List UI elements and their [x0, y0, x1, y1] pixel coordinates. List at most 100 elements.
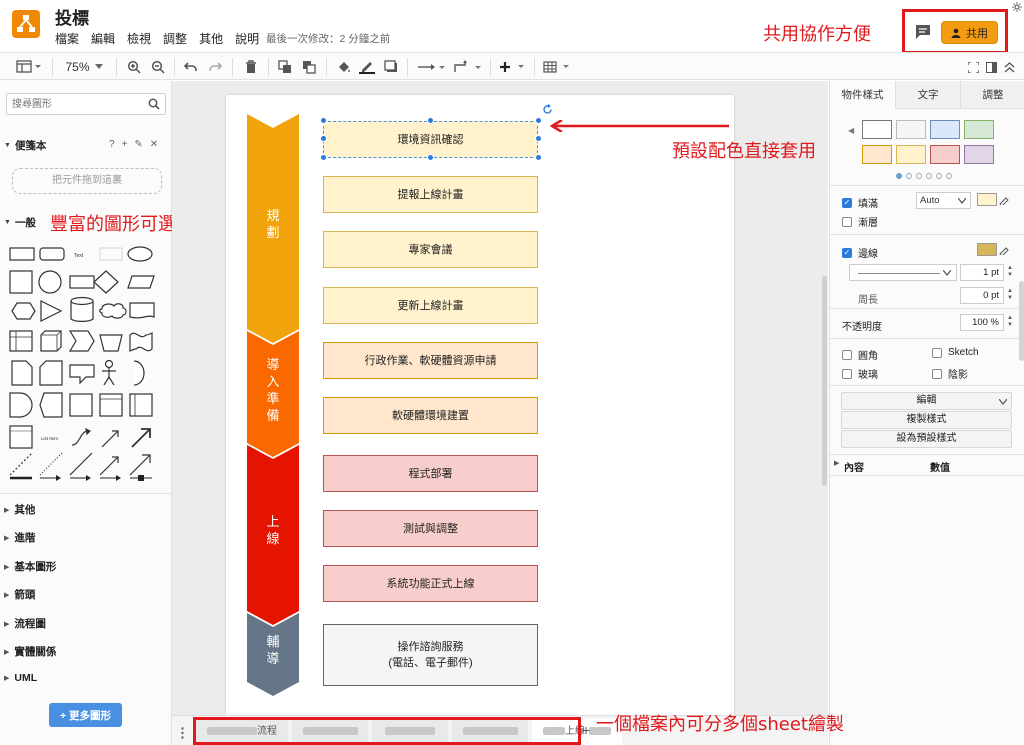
page-dot[interactable]: [906, 173, 912, 179]
menu-view[interactable]: 檢視: [127, 30, 151, 47]
edit-style-button[interactable]: 編輯: [841, 392, 1012, 410]
canvas-scrollbar[interactable]: [822, 276, 827, 486]
swatch-gray[interactable]: [896, 120, 926, 139]
collapse-button[interactable]: [1002, 58, 1016, 76]
fill-color-picker[interactable]: [977, 193, 1011, 208]
redo-button[interactable]: [207, 58, 223, 76]
properties-header[interactable]: ▶ 內容 數值: [830, 459, 1024, 474]
step-box-test-tune[interactable]: 測試與調整: [323, 510, 538, 547]
page-dot[interactable]: [946, 173, 952, 179]
connector-row[interactable]: [8, 470, 158, 481]
zoom-in-button[interactable]: [126, 58, 142, 76]
zoom-out-button[interactable]: [150, 58, 166, 76]
resize-handle[interactable]: [320, 154, 327, 161]
swatch-white[interactable]: [862, 120, 892, 139]
step-box-deploy[interactable]: 程式部署: [323, 455, 538, 492]
sketch-checkbox[interactable]: [932, 347, 942, 358]
edit-icon[interactable]: ✎: [134, 139, 142, 150]
theme-icon[interactable]: [1012, 2, 1022, 15]
step-box-support-service[interactable]: 操作諮詢服務 (電話、電子郵件): [323, 624, 538, 686]
help-icon[interactable]: ?: [109, 139, 115, 150]
glass-row[interactable]: 玻璃: [842, 366, 878, 381]
page-dot[interactable]: [896, 173, 902, 179]
swatch-prev-icon[interactable]: ◀: [848, 126, 854, 135]
opacity-field[interactable]: 100 %: [960, 314, 1004, 331]
resize-handle[interactable]: [535, 154, 542, 161]
more-shapes-button[interactable]: + 更多圖形: [49, 703, 122, 727]
tab-style[interactable]: 物件樣式: [830, 81, 895, 109]
step-box-env-check[interactable]: 環境資訊確認: [323, 121, 538, 158]
line-color-button[interactable]: [359, 58, 375, 76]
rounded-row[interactable]: 圓角: [842, 347, 878, 362]
waypoints-button[interactable]: [452, 58, 482, 76]
document-title[interactable]: 投標: [55, 4, 89, 29]
gradient-row[interactable]: 漸層: [842, 214, 878, 229]
phase-label-support[interactable]: 輔 導: [247, 634, 299, 668]
copy-style-button[interactable]: 複製樣式: [841, 411, 1012, 429]
menu-edit[interactable]: 編輯: [91, 30, 115, 47]
swatch-red[interactable]: [930, 145, 960, 164]
menu-help[interactable]: 說明: [235, 30, 259, 47]
fill-checkbox[interactable]: ✓: [842, 197, 852, 208]
to-back-button[interactable]: [301, 58, 317, 76]
stroke-checkbox[interactable]: ✓: [842, 247, 852, 258]
menu-extras[interactable]: 其他: [199, 30, 223, 47]
fill-color-button[interactable]: [336, 58, 352, 76]
perimeter-spinner[interactable]: ▲ ▼: [1007, 288, 1015, 302]
stroke-row[interactable]: ✓ 邊線: [842, 245, 878, 260]
canvas-area[interactable]: 規 劃 導 入 準 備 上 線 輔 導 環境資訊確認 提報上線計畫 專家會議 更…: [172, 81, 828, 715]
add-sheet-button[interactable]: +: [582, 723, 594, 737]
shadow-checkbox[interactable]: [932, 368, 942, 379]
scratchpad-header[interactable]: ▼ 便箋本: [4, 138, 46, 153]
step-box-plan-update[interactable]: 更新上線計畫: [323, 287, 538, 324]
shadow-row[interactable]: 陰影: [932, 366, 968, 381]
fill-mode-select[interactable]: Auto: [916, 192, 971, 209]
fill-row[interactable]: ✓ 填滿: [842, 195, 878, 210]
page-dot[interactable]: [926, 173, 932, 179]
insert-button[interactable]: [498, 58, 526, 76]
shape-library-icons[interactable]: Text List Item: [8, 243, 158, 488]
resize-handle[interactable]: [320, 117, 327, 124]
page-dot[interactable]: [936, 173, 942, 179]
step-box-expert-meeting[interactable]: 專家會議: [323, 231, 538, 268]
panel-scrollbar[interactable]: [1019, 281, 1024, 361]
add-icon[interactable]: +: [122, 139, 128, 150]
step-box-plan-report[interactable]: 提報上線計畫: [323, 176, 538, 213]
diagram-page[interactable]: 規 劃 導 入 準 備 上 線 輔 導 環境資訊確認 提報上線計畫 專家會議 更…: [226, 95, 734, 715]
glass-checkbox[interactable]: [842, 368, 852, 379]
phase-label-preparation[interactable]: 導 入 準 備: [247, 357, 299, 425]
resize-handle[interactable]: [535, 135, 542, 142]
category-er[interactable]: ▶ 實體關係: [4, 644, 56, 659]
swatch-blue[interactable]: [930, 120, 960, 139]
shape-search-input[interactable]: [7, 94, 142, 115]
table-button[interactable]: [542, 58, 572, 76]
sheet-menu-handle[interactable]: [181, 726, 184, 739]
set-default-style-button[interactable]: 設為預設樣式: [841, 430, 1012, 448]
format-panel-toggle[interactable]: [15, 58, 43, 76]
phase-label-planning[interactable]: 規 劃: [247, 208, 299, 242]
zoom-select[interactable]: 75%: [60, 58, 108, 76]
category-advanced[interactable]: ▶ 進階: [4, 530, 35, 545]
menu-file[interactable]: 檔案: [55, 30, 79, 47]
resize-handle[interactable]: [320, 135, 327, 142]
menu-arrange[interactable]: 調整: [163, 30, 187, 47]
app-logo[interactable]: [12, 10, 40, 38]
swatch-yellow[interactable]: [896, 145, 926, 164]
connection-style-button[interactable]: [416, 58, 446, 76]
perimeter-field[interactable]: 0 pt: [960, 287, 1004, 304]
stroke-color-picker[interactable]: [977, 243, 1011, 258]
stroke-width-spinner[interactable]: ▲ ▼: [1007, 265, 1015, 279]
resize-handle[interactable]: [427, 117, 434, 124]
page-dot[interactable]: [916, 173, 922, 179]
fullscreen-button[interactable]: [966, 58, 980, 76]
shadow-button[interactable]: [383, 58, 399, 76]
resize-handle[interactable]: [427, 154, 434, 161]
stroke-width-field[interactable]: 1 pt: [960, 264, 1004, 281]
format-panel-button[interactable]: [984, 58, 998, 76]
category-misc[interactable]: ▶ 其他: [4, 502, 35, 517]
category-basic[interactable]: ▶ 基本圖形: [4, 559, 56, 574]
swatch-green[interactable]: [964, 120, 994, 139]
sketch-row[interactable]: Sketch: [932, 347, 979, 358]
step-box-admin-request[interactable]: 行政作業、軟硬體資源申請: [323, 342, 538, 379]
step-box-go-live[interactable]: 系統功能正式上線: [323, 565, 538, 602]
